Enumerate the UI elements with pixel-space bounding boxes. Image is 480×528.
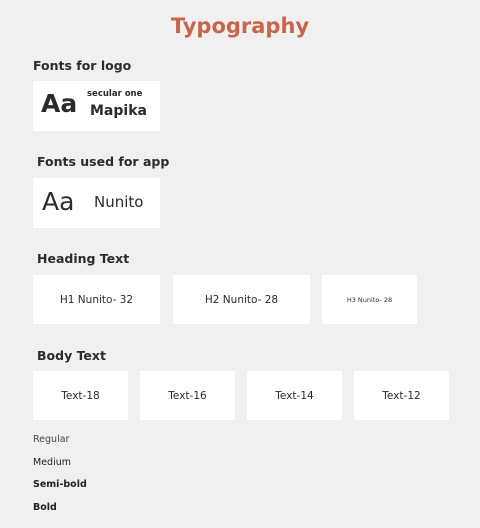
- logo-brand-name: Mapika: [90, 103, 147, 119]
- page-title: Typography: [170, 14, 310, 38]
- body-text-heading: Body Text: [37, 348, 106, 363]
- logo-fonts-heading: Fonts for logo: [33, 58, 132, 73]
- weight-regular: Regular: [33, 434, 70, 445]
- weight-bold: Bold: [33, 502, 57, 513]
- heading-card-h3: H3 Nunito- 28: [322, 275, 417, 324]
- heading-card-label: H2 Nunito- 28: [204, 293, 279, 306]
- body-card-label: Text-12: [382, 389, 421, 402]
- logo-font-sample: Aa: [41, 89, 78, 118]
- weight-semi-bold: Semi-bold: [33, 479, 87, 490]
- app-font-card: Aa Nunito: [33, 178, 160, 228]
- weight-medium: Medium: [33, 457, 71, 468]
- body-card-text-14: Text-14: [247, 371, 342, 420]
- body-card-label: Text-16: [168, 389, 207, 402]
- app-font-name: Nunito: [94, 193, 144, 211]
- app-font-sample: Aa: [42, 187, 75, 216]
- heading-card-h2: H2 Nunito- 28: [173, 275, 310, 324]
- body-card-label: Text-18: [61, 389, 100, 402]
- heading-text-heading: Heading Text: [37, 251, 130, 266]
- heading-card-h1: H1 Nunito- 32: [33, 275, 160, 324]
- app-fonts-heading: Fonts used for app: [37, 154, 170, 169]
- body-card-text-12: Text-12: [354, 371, 449, 420]
- logo-font-name: secular one: [87, 89, 143, 99]
- body-card-label: Text-14: [275, 389, 314, 402]
- body-card-text-18: Text-18: [33, 371, 128, 420]
- logo-font-card: Aa secular one Mapika: [33, 81, 160, 131]
- body-card-text-16: Text-16: [140, 371, 235, 420]
- heading-card-label: H3 Nunito- 28: [346, 295, 393, 304]
- heading-card-label: H1 Nunito- 32: [59, 293, 134, 306]
